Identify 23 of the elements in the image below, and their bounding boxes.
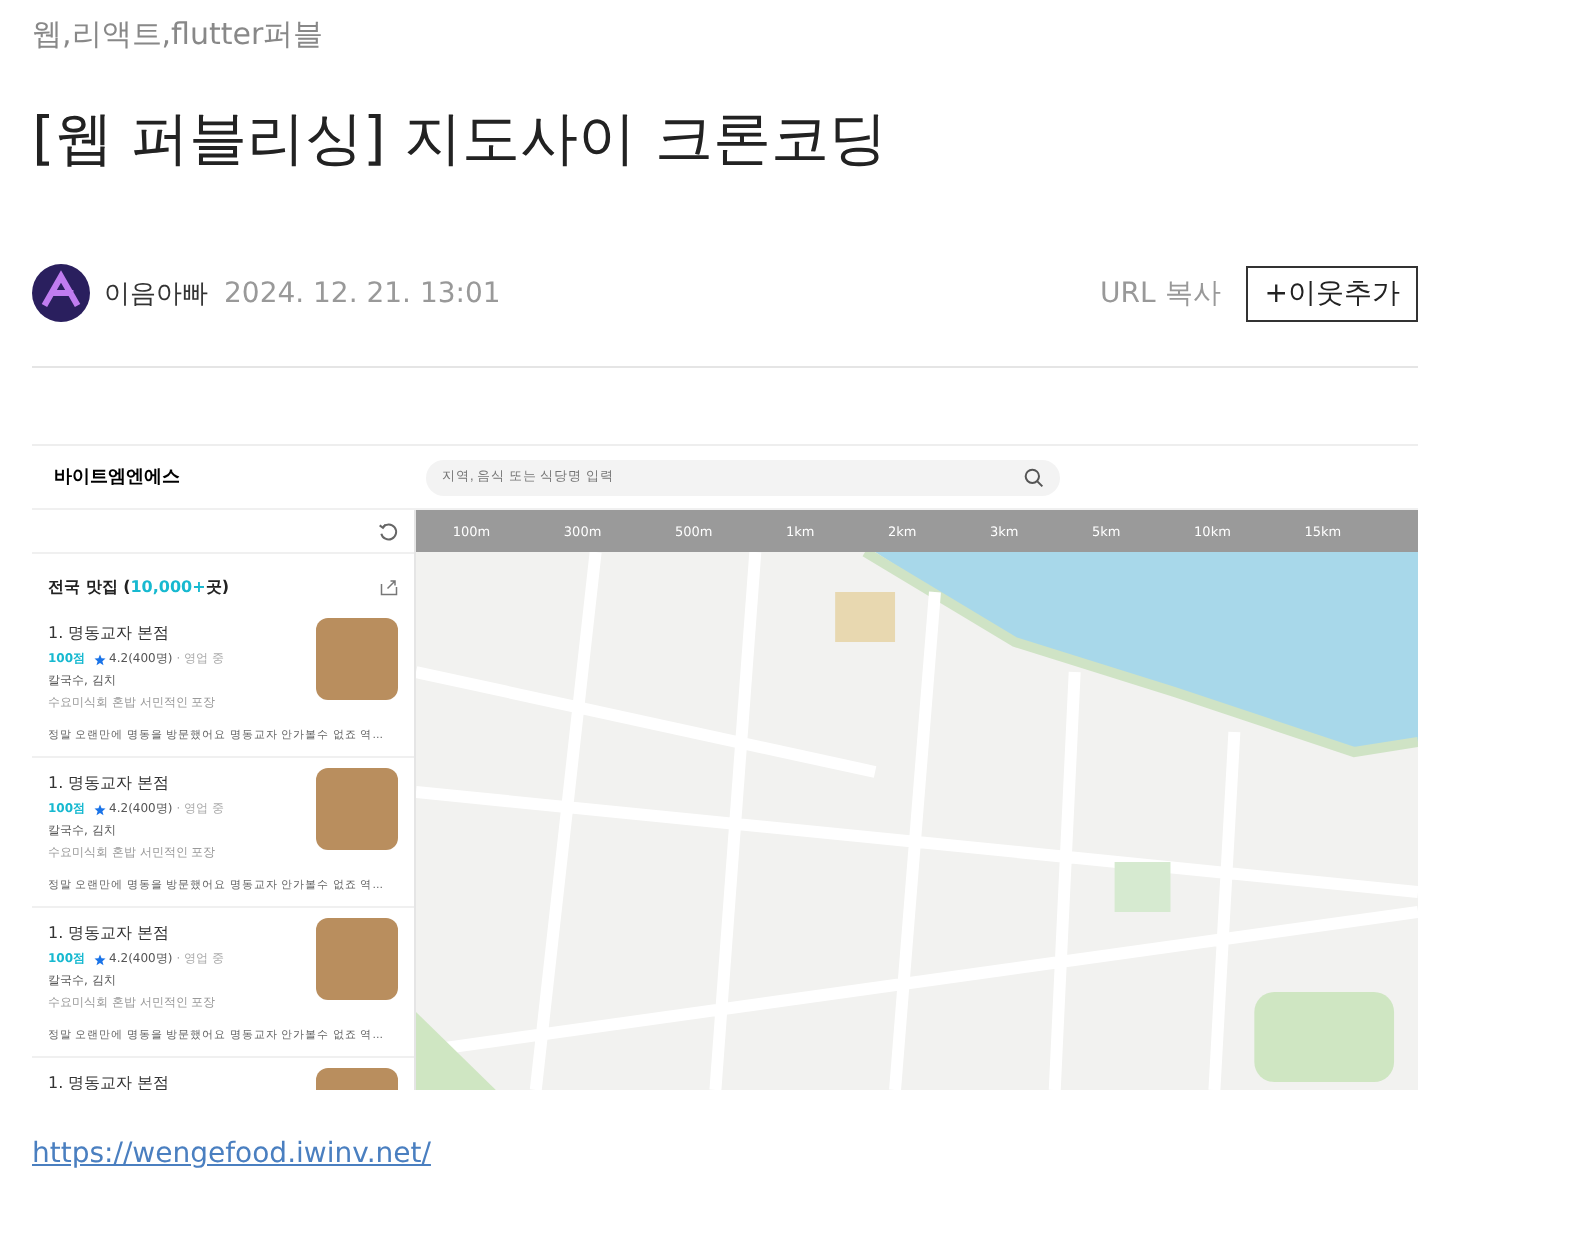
author-name[interactable]: 이음아빠 [104, 275, 208, 311]
post-title: [웹 퍼블리싱] 지도사이 크론코딩 [32, 102, 889, 176]
star-icon [93, 653, 106, 665]
restaurant-name[interactable]: 1. 명동교자 본점 [48, 622, 224, 644]
share-icon[interactable] [380, 577, 398, 595]
copy-url-button[interactable]: URL 복사 [1100, 275, 1221, 311]
search-icon[interactable] [1024, 467, 1044, 487]
refresh-icon[interactable] [378, 521, 398, 541]
restaurant-name[interactable]: 1. 명동교자 본점 [48, 772, 224, 794]
photo-placeholder [316, 618, 398, 700]
photo-placeholder [316, 768, 398, 850]
avatar-icon[interactable] [32, 264, 90, 322]
list-title: 전국 맛집 (10,000+곳) [48, 575, 229, 597]
restaurant-name[interactable]: 1. 명동교자 본점 [48, 1072, 170, 1090]
add-neighbor-button[interactable]: +이웃추가 [1246, 265, 1418, 321]
website-link[interactable]: https://wengefood.iwinv.net/ [32, 1138, 431, 1170]
restaurant-name[interactable]: 1. 명동교자 본점 [48, 922, 224, 944]
star-icon [93, 953, 106, 965]
category-label[interactable]: 웹,리액트,flutter퍼블 [32, 16, 1418, 64]
photo-placeholder [316, 918, 398, 1000]
star-icon [93, 803, 106, 815]
brand-name: 바이트엠엔에스 [52, 466, 182, 490]
post-date: 2024. 12. 21. 13:01 [224, 277, 501, 309]
